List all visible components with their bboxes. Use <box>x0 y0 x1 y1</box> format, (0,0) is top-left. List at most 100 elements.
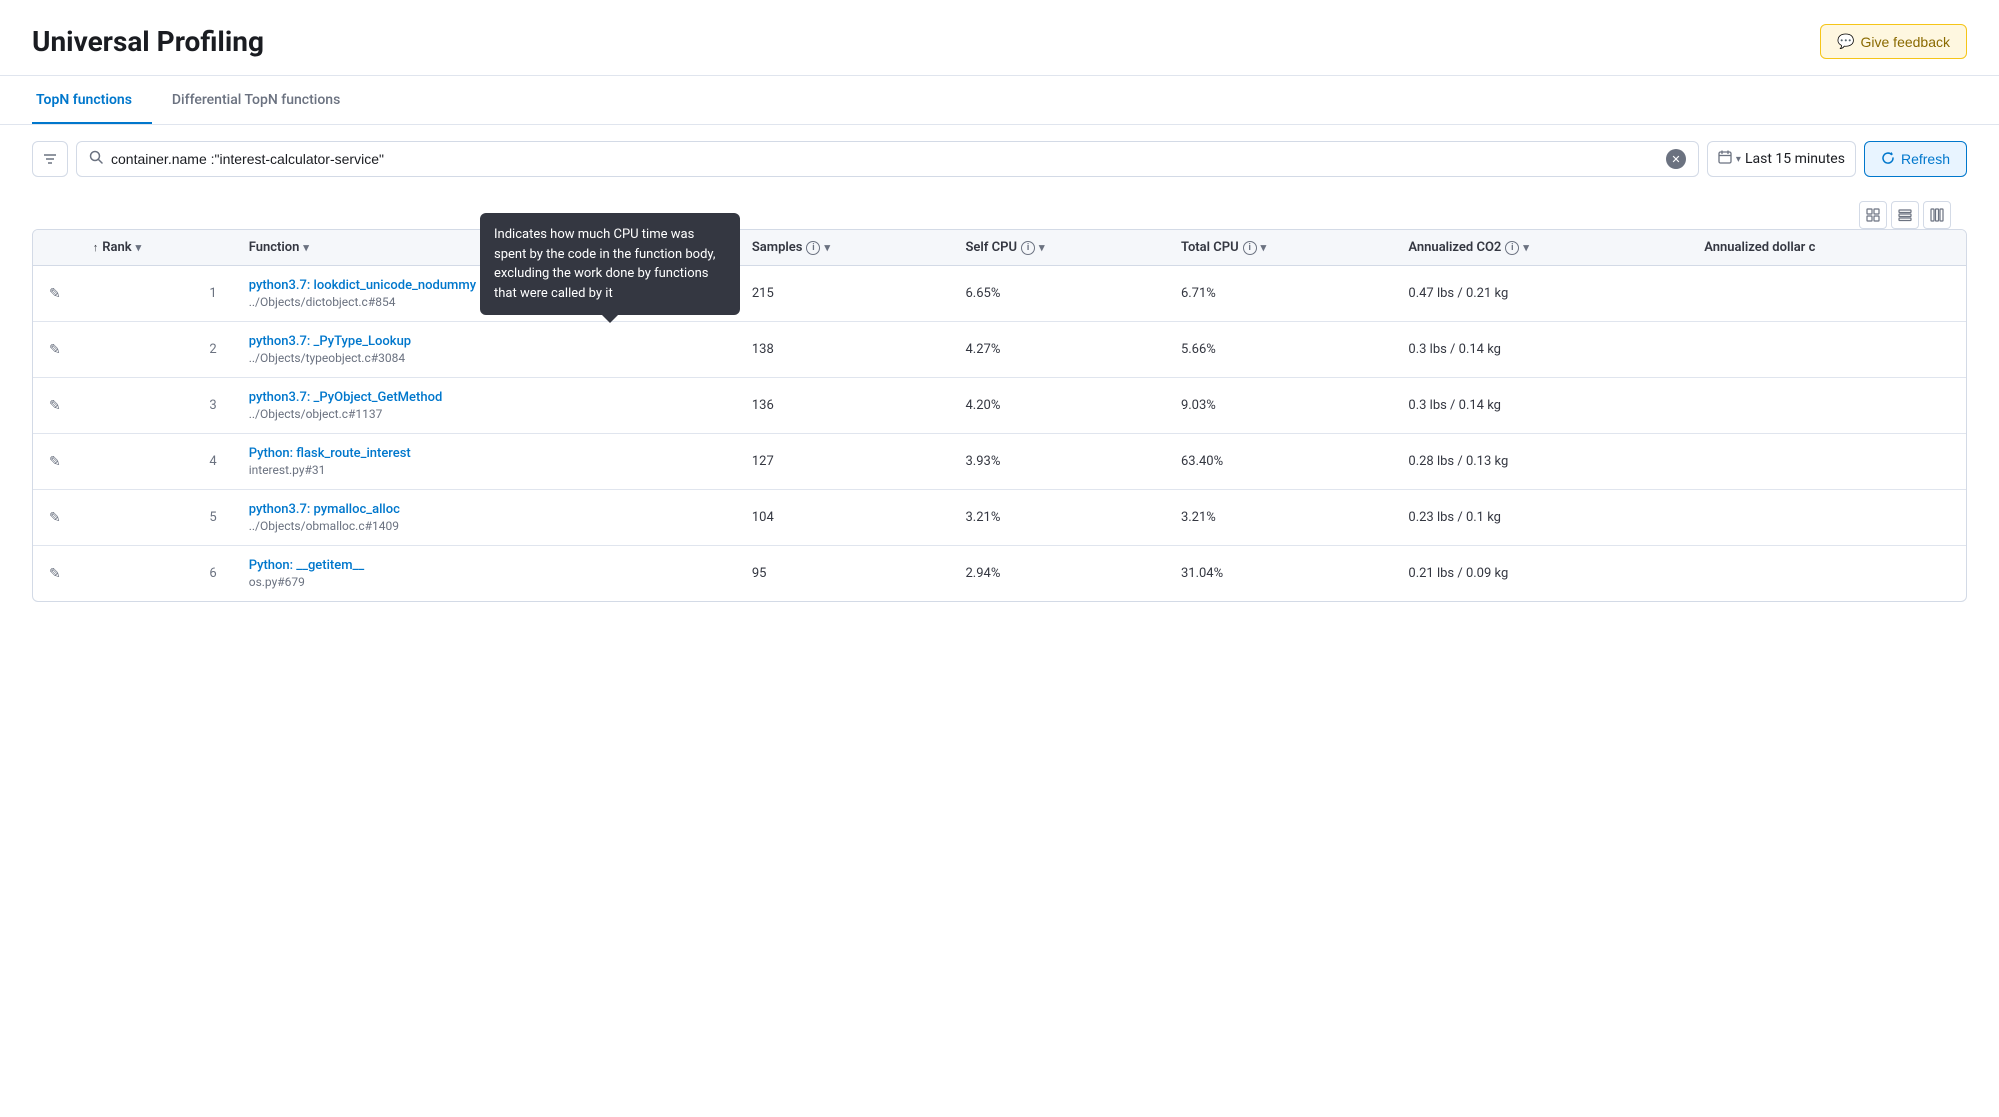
view-icons <box>32 193 1967 229</box>
function-link[interactable]: python3.7: _PyObject_GetMethod <box>249 390 720 405</box>
self-cpu-cell: 3.93% <box>949 434 1164 490</box>
data-table: ↑ Rank ▾ Function ▾ Samples <box>33 230 1966 601</box>
samples-cell: 136 <box>736 378 950 434</box>
total-cpu-cell: 6.71% <box>1165 266 1392 322</box>
self-cpu-cell: 4.20% <box>949 378 1164 434</box>
calendar-icon <box>1718 150 1732 168</box>
function-cell: Python: __getitem__ os.py#679 <box>233 546 736 602</box>
clear-search-button[interactable]: ✕ <box>1666 149 1686 169</box>
total-cpu-cell: 5.66% <box>1165 322 1392 378</box>
time-picker[interactable]: ▾ Last 15 minutes <box>1707 141 1856 177</box>
dollar-cell <box>1688 266 1966 322</box>
samples-cell: 104 <box>736 490 950 546</box>
edit-icon[interactable]: ✎ <box>49 398 61 414</box>
table-row: ✎ 3 python3.7: _PyObject_GetMethod ../Ob… <box>33 378 1966 434</box>
edit-cell: ✎ <box>33 546 77 602</box>
function-path: ../Objects/obmalloc.c#1409 <box>249 519 720 533</box>
rank-cell: 6 <box>77 546 233 602</box>
dollar-cell <box>1688 434 1966 490</box>
filter-button[interactable] <box>32 141 68 177</box>
dollar-cell <box>1688 322 1966 378</box>
chevron-down-icon: ▾ <box>1736 154 1741 165</box>
total-cpu-cell: 31.04% <box>1165 546 1392 602</box>
self-cpu-info-icon[interactable]: i <box>1021 241 1035 255</box>
tab-differential[interactable]: Differential TopN functions <box>168 76 360 124</box>
edit-cell: ✎ <box>33 322 77 378</box>
th-samples[interactable]: Samples i ▾ <box>736 230 950 266</box>
table-row: ✎ 1 python3.7: lookdict_unicode_nodummy … <box>33 266 1966 322</box>
function-link[interactable]: python3.7: _PyType_Lookup <box>249 334 720 349</box>
th-edit <box>33 230 77 266</box>
dollar-cell <box>1688 490 1966 546</box>
column-view-button[interactable] <box>1923 201 1951 229</box>
samples-info-icon[interactable]: i <box>806 241 820 255</box>
search-icon <box>89 150 103 168</box>
rank-cell: 5 <box>77 490 233 546</box>
self-cpu-sort-icon: ▾ <box>1039 241 1045 254</box>
page-title: Universal Profiling <box>32 25 264 58</box>
tab-topn[interactable]: TopN functions <box>32 76 152 124</box>
function-cell: python3.7: pymalloc_alloc ../Objects/obm… <box>233 490 736 546</box>
co2-cell: 0.21 lbs / 0.09 kg <box>1392 546 1688 602</box>
co2-info-icon[interactable]: i <box>1505 241 1519 255</box>
th-total-cpu[interactable]: Total CPU i ▾ <box>1165 230 1392 266</box>
edit-cell: ✎ <box>33 434 77 490</box>
dollar-cell <box>1688 378 1966 434</box>
total-cpu-sort-icon: ▾ <box>1261 241 1267 254</box>
th-annualized-dollar[interactable]: Annualized dollar c <box>1688 230 1966 266</box>
table-row: ✎ 2 python3.7: _PyType_Lookup ../Objects… <box>33 322 1966 378</box>
search-input[interactable] <box>111 151 1666 167</box>
tabs-bar: TopN functions Differential TopN functio… <box>0 76 1999 125</box>
function-cell: python3.7: _PyObject_GetMethod ../Object… <box>233 378 736 434</box>
function-link[interactable]: Python: __getitem__ <box>249 558 720 573</box>
rank-sort-down-icon: ▾ <box>136 241 142 254</box>
co2-cell: 0.3 lbs / 0.14 kg <box>1392 322 1688 378</box>
self-cpu-cell: 2.94% <box>949 546 1164 602</box>
edit-icon[interactable]: ✎ <box>49 454 61 470</box>
rank-cell: 3 <box>77 378 233 434</box>
table-header: ↑ Rank ▾ Function ▾ Samples <box>33 230 1966 266</box>
edit-icon[interactable]: ✎ <box>49 510 61 526</box>
samples-cell: 95 <box>736 546 950 602</box>
co2-sort-icon: ▾ <box>1523 241 1529 254</box>
self-cpu-cell: 6.65% <box>949 266 1164 322</box>
main-content: Indicates how much CPU time was spent by… <box>0 193 1999 602</box>
edit-cell: ✎ <box>33 266 77 322</box>
table-body: ✎ 1 python3.7: lookdict_unicode_nodummy … <box>33 266 1966 602</box>
edit-icon[interactable]: ✎ <box>49 342 61 358</box>
rank-cell: 2 <box>77 322 233 378</box>
filter-icon <box>42 151 58 167</box>
give-feedback-button[interactable]: 💬 Give feedback <box>1820 24 1967 59</box>
toolbar: ✕ ▾ Last 15 minutes Refresh <box>0 125 1999 193</box>
edit-cell: ✎ <box>33 490 77 546</box>
samples-cell: 138 <box>736 322 950 378</box>
refresh-icon <box>1881 151 1895 168</box>
edit-cell: ✎ <box>33 378 77 434</box>
co2-cell: 0.23 lbs / 0.1 kg <box>1392 490 1688 546</box>
page-header: Universal Profiling 💬 Give feedback <box>0 0 1999 76</box>
refresh-button[interactable]: Refresh <box>1864 141 1967 177</box>
edit-icon[interactable]: ✎ <box>49 566 61 582</box>
self-cpu-tooltip: Indicates how much CPU time was spent by… <box>480 213 740 315</box>
table-row: ✎ 6 Python: __getitem__ os.py#679 95 2.9… <box>33 546 1966 602</box>
table-view-button[interactable] <box>1859 201 1887 229</box>
rank-sort-up-icon: ↑ <box>93 241 99 254</box>
total-cpu-info-icon[interactable]: i <box>1243 241 1257 255</box>
data-table-wrapper: ↑ Rank ▾ Function ▾ Samples <box>32 229 1967 602</box>
co2-cell: 0.3 lbs / 0.14 kg <box>1392 378 1688 434</box>
co2-cell: 0.47 lbs / 0.21 kg <box>1392 266 1688 322</box>
function-cell: Python: flask_route_interest interest.py… <box>233 434 736 490</box>
list-view-button[interactable] <box>1891 201 1919 229</box>
edit-icon[interactable]: ✎ <box>49 286 61 302</box>
samples-cell: 215 <box>736 266 950 322</box>
total-cpu-cell: 9.03% <box>1165 378 1392 434</box>
function-cell: python3.7: _PyType_Lookup ../Objects/typ… <box>233 322 736 378</box>
samples-sort-icon: ▾ <box>824 241 830 254</box>
th-annualized-co2[interactable]: Annualized CO2 i ▾ <box>1392 230 1688 266</box>
th-self-cpu[interactable]: Self CPU i ▾ <box>949 230 1164 266</box>
th-rank[interactable]: ↑ Rank ▾ <box>77 230 233 266</box>
function-sort-icon: ▾ <box>303 241 309 254</box>
dollar-cell <box>1688 546 1966 602</box>
function-link[interactable]: Python: flask_route_interest <box>249 446 720 461</box>
function-link[interactable]: python3.7: pymalloc_alloc <box>249 502 720 517</box>
